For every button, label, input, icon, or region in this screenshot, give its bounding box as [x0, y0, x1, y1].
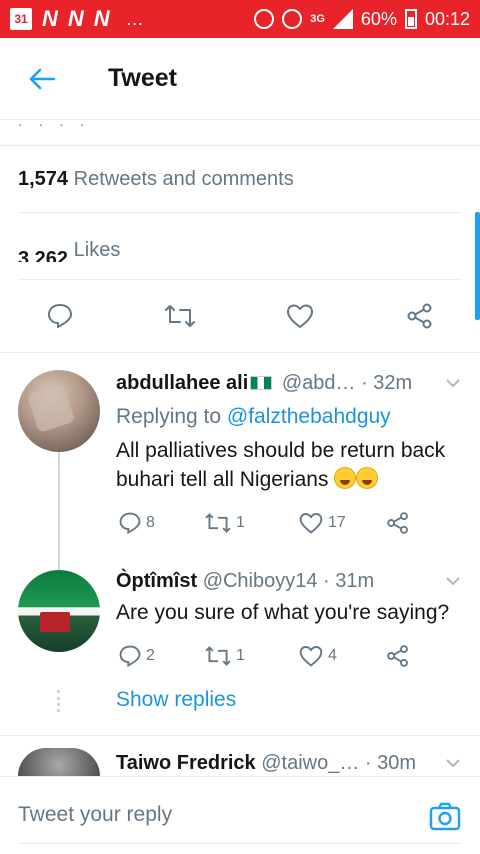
clock: 00:12: [424, 8, 470, 29]
thread-line: [58, 452, 60, 570]
reply-action[interactable]: 8: [118, 510, 155, 536]
retweets-label: Retweets and comments: [73, 168, 294, 190]
share-action[interactable]: [386, 643, 410, 669]
avatar[interactable]: [18, 570, 100, 652]
more-notifications-icon: …: [125, 8, 144, 29]
retweets-stat[interactable]: 1,574 Retweets and comments: [18, 168, 294, 191]
share-icon: [387, 512, 408, 534]
heart-icon: [287, 304, 313, 328]
share-button[interactable]: [400, 296, 440, 336]
reply-header: abdullahee ali @abd… · 32m: [116, 372, 412, 395]
likes-count: 3,262: [18, 248, 69, 262]
thread-dots: [57, 690, 61, 712]
retweet-count: 1: [236, 647, 245, 664]
data-saver-icon: [254, 9, 275, 29]
likes-stat[interactable]: 3,262 Likes: [18, 236, 120, 262]
heart-icon: [299, 513, 323, 534]
page-title: Tweet: [108, 64, 177, 92]
avatar[interactable]: [18, 370, 100, 452]
retweets-count: 1,574: [18, 168, 69, 190]
battery-icon: [404, 9, 417, 29]
back-arrow-icon: [29, 68, 56, 89]
chevron-down-icon[interactable]: [446, 574, 460, 588]
retweet-icon: [205, 646, 231, 666]
truncated-content: · · · ·: [0, 120, 480, 146]
share-icon: [387, 645, 408, 667]
like-count: 4: [328, 647, 337, 664]
timestamp: · 31m: [323, 570, 375, 592]
signal-icon: [332, 9, 353, 29]
alarm-icon: [282, 9, 303, 29]
reply-icon: [119, 645, 141, 668]
notification-icon: N: [93, 6, 110, 31]
network-type: 3G: [310, 13, 325, 25]
reply-icon: [119, 512, 141, 535]
user-handle[interactable]: @taiwo_…: [261, 752, 359, 774]
replying-to-label: Replying to: [116, 405, 222, 428]
like-count: 17: [328, 514, 346, 531]
share-icon: [407, 303, 432, 329]
divider: [18, 212, 462, 213]
user-name[interactable]: Òptîmîst: [116, 570, 197, 592]
divider: [0, 735, 480, 736]
reply-header: Òptîmîst @Chiboyy14 · 31m: [116, 570, 374, 593]
timestamp: · 32m: [361, 372, 413, 394]
reply-action[interactable]: 2: [118, 643, 155, 669]
chevron-down-icon[interactable]: [446, 756, 460, 770]
share-action[interactable]: [386, 510, 410, 536]
divider: [0, 352, 480, 353]
retweet-button[interactable]: [160, 296, 200, 336]
reply-compose-bar: Tweet your reply: [0, 776, 480, 854]
heart-icon: [299, 646, 323, 667]
notification-icon: N: [42, 6, 58, 31]
reply-count: 8: [146, 514, 155, 531]
avatar[interactable]: [18, 748, 100, 776]
app-header: Tweet: [0, 38, 480, 120]
reply-count: 2: [146, 647, 155, 664]
reply-header: Taiwo Fredrick @taiwo_… · 30m: [116, 752, 416, 775]
reply-icon: [48, 304, 72, 328]
user-name[interactable]: abdullahee ali: [116, 372, 248, 394]
user-name[interactable]: Taiwo Fredrick: [116, 752, 256, 774]
retweet-action[interactable]: 1: [204, 510, 245, 536]
status-bar: 31 N N N … 3G 60% 00:12: [0, 0, 480, 38]
divider: [18, 843, 462, 844]
like-action[interactable]: 4: [298, 643, 337, 669]
timestamp: · 30m: [364, 752, 417, 774]
retweet-action[interactable]: 1: [204, 643, 245, 669]
replying-to: Replying to @falzthebahdguy: [116, 402, 466, 431]
retweet-icon: [205, 513, 231, 533]
back-button[interactable]: [20, 57, 64, 101]
user-handle[interactable]: @Chiboyy14: [203, 570, 318, 592]
divider: [18, 279, 462, 280]
reply-text: All palliatives should be return back bu…: [116, 436, 466, 494]
reply-body: All palliatives should be return back bu…: [116, 439, 446, 491]
reply-button[interactable]: [40, 296, 80, 336]
rofl-emoji-icon: [334, 467, 357, 489]
retweet-count: 1: [236, 514, 245, 531]
chevron-down-icon[interactable]: [446, 376, 460, 390]
tweet-actions: [0, 296, 480, 340]
likes-label: Likes: [73, 239, 121, 261]
battery-percent: 60%: [360, 8, 397, 29]
like-button[interactable]: [280, 296, 320, 336]
mention-link[interactable]: @falzthebahdguy: [227, 405, 391, 428]
calendar-icon: 31: [10, 8, 32, 30]
camera-icon[interactable]: [428, 799, 462, 833]
like-action[interactable]: 17: [298, 510, 346, 536]
reply-text: Are you sure of what you're saying?: [116, 601, 450, 624]
nigeria-flag-icon: [250, 376, 273, 390]
retweet-icon: [165, 305, 195, 327]
show-replies-link[interactable]: Show replies: [116, 688, 236, 712]
user-handle[interactable]: @abd…: [282, 372, 356, 394]
reply-input[interactable]: Tweet your reply: [18, 803, 172, 827]
notification-icon: N: [67, 6, 84, 31]
laughing-emoji-icon: [356, 467, 379, 489]
